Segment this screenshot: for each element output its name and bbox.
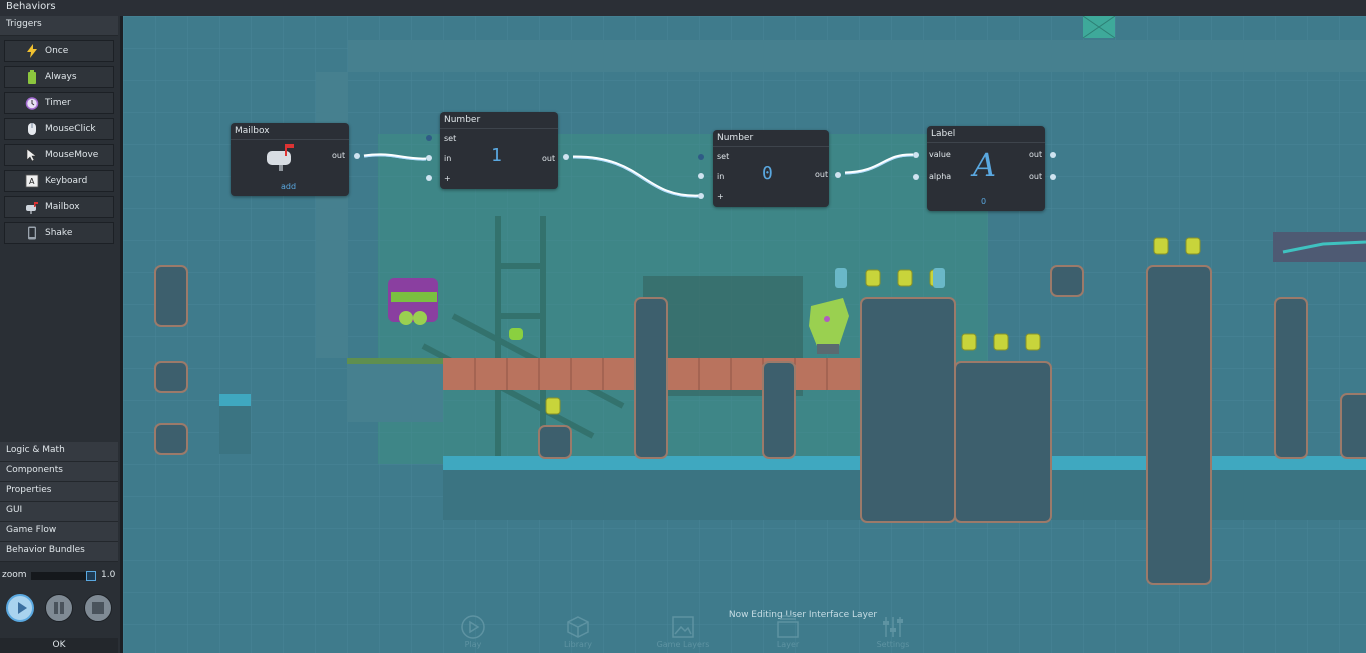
trigger-mousemove[interactable]: MouseMove [4, 144, 114, 166]
number-2-plus-port[interactable] [698, 193, 704, 199]
trigger-mailbox[interactable]: Mailbox [4, 196, 114, 218]
number-2-in-port[interactable] [698, 173, 704, 179]
footer-library-tool[interactable]: Library [548, 616, 608, 649]
category-properties[interactable]: Properties [0, 482, 118, 502]
mailbox-node[interactable]: Mailbox out add [231, 123, 349, 196]
zoom-slider-handle[interactable] [86, 571, 96, 581]
number-node-1[interactable]: Number set in + 1 out [440, 112, 558, 189]
behavior-canvas[interactable]: Mailbox out add Number set in + 1 out Nu… [123, 16, 1366, 653]
label-out-port-2[interactable] [1050, 174, 1056, 180]
top-bar: Behaviors [0, 0, 1366, 16]
zoom-control: zoom 1.0 [0, 567, 120, 585]
label-font-glyph: A [973, 146, 997, 184]
number-1-value: 1 [491, 145, 502, 166]
mailbox-add-link[interactable]: add [281, 182, 296, 191]
key-icon: A [25, 174, 39, 188]
mailbox-out-port[interactable] [354, 153, 360, 159]
svg-text:A: A [29, 177, 35, 186]
behaviors-sidebar: Triggers Once Always Timer MouseClick Mo… [0, 16, 123, 653]
footer-play-tool[interactable]: Play [443, 615, 503, 649]
zoom-label: zoom [2, 570, 27, 580]
battery-icon [28, 70, 36, 84]
image-icon [672, 616, 694, 638]
trigger-shake[interactable]: Shake [4, 222, 114, 244]
label-alpha-port[interactable] [913, 174, 919, 180]
mailbox-out-label: out [332, 151, 346, 160]
number-1-in-port[interactable] [426, 155, 432, 161]
trigger-mouseclick[interactable]: MouseClick [4, 118, 114, 140]
play-button[interactable] [6, 594, 34, 622]
footer-settings-tool[interactable]: Settings [863, 617, 923, 649]
sliders-icon [883, 617, 903, 637]
footer-game-layers-tool[interactable]: Game Layers [653, 616, 713, 649]
number-node-2[interactable]: Number set in + 0 out [713, 130, 829, 207]
cursor-icon [26, 148, 37, 162]
category-game-flow[interactable]: Game Flow [0, 522, 118, 542]
cube-icon [567, 616, 589, 638]
mouse-icon [28, 123, 36, 135]
zoom-value: 1.0 [101, 570, 116, 580]
pause-button[interactable] [45, 594, 73, 622]
label-out-port-1[interactable] [1050, 152, 1056, 158]
wire-layer [363, 153, 914, 198]
category-gui[interactable]: GUI [0, 502, 118, 522]
phone-icon [28, 226, 36, 240]
stop-button[interactable] [84, 594, 112, 622]
label-value-port[interactable] [913, 152, 919, 158]
category-behavior-bundles[interactable]: Behavior Bundles [0, 542, 118, 562]
mailbox-icon [26, 202, 38, 214]
lightning-icon [27, 44, 37, 58]
number-1-plus-port[interactable] [426, 175, 432, 181]
layers-icon [777, 615, 799, 638]
label-number: 0 [981, 197, 987, 206]
panel-title: Behaviors [6, 1, 56, 12]
number-1-set-port[interactable] [426, 135, 432, 141]
trigger-once[interactable]: Once [4, 40, 114, 62]
pause-icon [54, 602, 64, 614]
trigger-timer[interactable]: Timer [4, 92, 114, 114]
number-2-value: 0 [762, 163, 773, 184]
ok-button[interactable]: OK [0, 638, 118, 653]
number-2-set-port[interactable] [698, 154, 704, 160]
mailbox-icon [267, 144, 294, 171]
trigger-always[interactable]: Always [4, 66, 114, 88]
label-node[interactable]: Label value alpha A out out 0 [927, 126, 1045, 211]
triggers-header[interactable]: Triggers [0, 16, 118, 36]
category-components[interactable]: Components [0, 462, 118, 482]
category-logic-math[interactable]: Logic & Math [0, 442, 118, 462]
play-icon [18, 602, 27, 614]
play-circle-icon [461, 615, 485, 639]
stop-icon [92, 602, 104, 614]
number-1-out-port[interactable] [563, 154, 569, 160]
footer-layer-tool[interactable]: Layer [758, 615, 818, 649]
trigger-keyboard[interactable]: A Keyboard [4, 170, 114, 192]
alarm-clock-icon [25, 97, 39, 110]
zoom-slider[interactable] [31, 571, 96, 581]
number-2-out-port[interactable] [835, 172, 841, 178]
